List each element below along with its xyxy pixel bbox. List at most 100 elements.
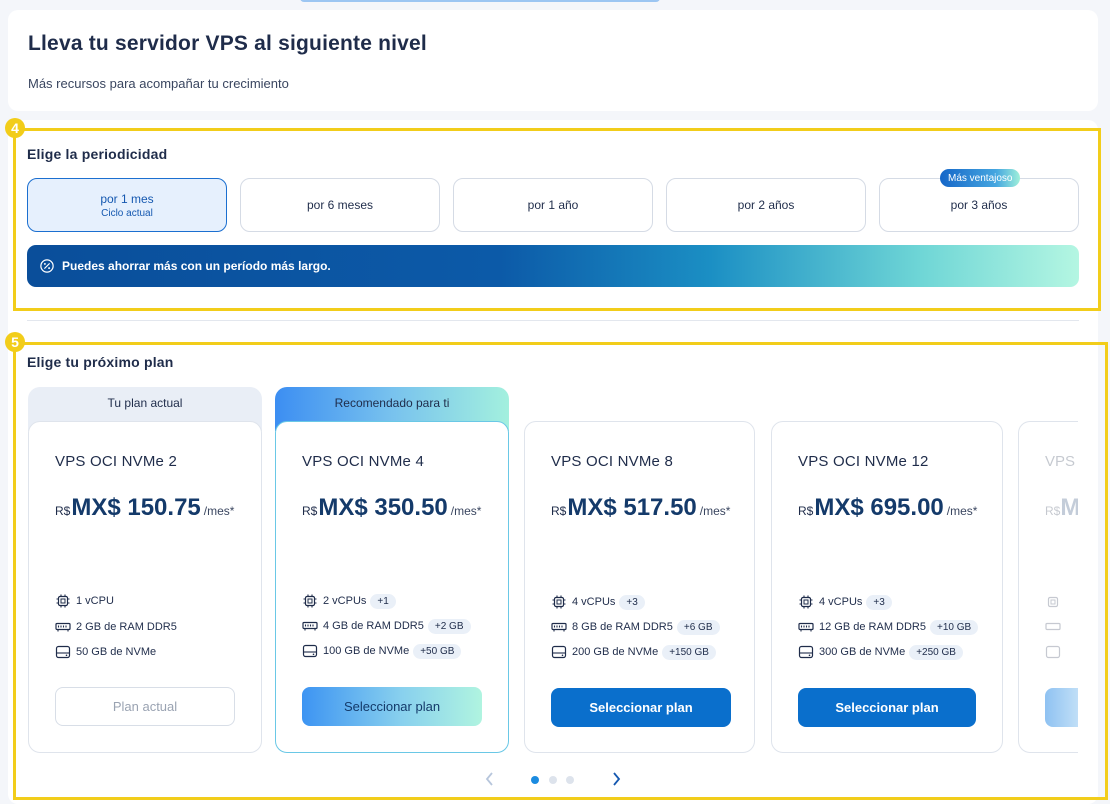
spec-upgrade-chip: +50 GB — [413, 643, 462, 659]
spec-cpu: 2 vCPUs +1 — [302, 593, 396, 609]
ram-icon — [798, 622, 814, 632]
cpu-icon — [552, 595, 566, 609]
select-plan-button-partial[interactable] — [1045, 688, 1078, 727]
ram-icon — [302, 621, 318, 631]
plan-price: R$ MX$ 150.75 /mes* — [55, 494, 234, 522]
spec-text: 8 GB de RAM DDR5 — [572, 621, 673, 633]
price-amount: MX$ 150.75 — [71, 494, 201, 521]
spec-cpu: 4 vCPUs +3 — [798, 594, 892, 610]
plan-card-nvme-8: VPS OCI NVMe 8 R$ MX$ 517.50 /mes* 4 vCP… — [524, 421, 755, 753]
carousel-dot-2[interactable] — [549, 776, 557, 784]
spec-cpu: 1 vCPU — [55, 593, 114, 609]
best-value-badge: Más ventajoso — [940, 169, 1021, 187]
cpu-icon — [303, 594, 317, 608]
price-period: /mes* — [203, 504, 235, 518]
spec-text: 12 GB de RAM DDR5 — [819, 621, 926, 633]
annotation-badge-4: 4 — [5, 118, 25, 138]
period-option-1-year[interactable]: por 1 año — [453, 178, 653, 232]
plan-price: R$ M — [1045, 494, 1078, 522]
spec-text: 100 GB de NVMe — [323, 645, 410, 657]
cpu-icon — [1047, 596, 1059, 608]
storage-icon — [1045, 645, 1061, 659]
plan-name: VPS — [1045, 453, 1076, 470]
savings-banner: Puedes ahorrar más con un período más la… — [27, 245, 1079, 287]
period-option-6-months[interactable]: por 6 meses — [240, 178, 440, 232]
spec-upgrade-chip: +3 — [619, 594, 645, 610]
price-amount: M — [1060, 494, 1078, 522]
spec-ram: 12 GB de RAM DDR5 +10 GB — [798, 619, 979, 635]
price-amount: MX$ 517.50 — [567, 494, 697, 521]
plans-title: Elige tu próximo plan — [27, 354, 174, 370]
price-currency: R$ — [55, 504, 71, 518]
spec-text: 4 vCPUs — [819, 596, 863, 608]
page-title: Lleva tu servidor VPS al siguiente nivel — [28, 32, 427, 55]
price-period: /mes* — [946, 504, 978, 518]
carousel-next-icon[interactable] — [610, 770, 622, 788]
storage-icon — [551, 645, 567, 659]
discount-icon — [40, 259, 54, 273]
spec-text: 1 vCPU — [76, 595, 114, 607]
current-cycle-label: Ciclo actual — [101, 207, 153, 219]
price-currency: R$ — [551, 504, 567, 518]
period-option-label: por 2 años — [737, 198, 795, 212]
price-amount: MX$ 695.00 — [814, 494, 944, 521]
period-option-label: por 6 meses — [306, 198, 374, 212]
price-currency: R$ — [798, 504, 814, 518]
period-option-2-years[interactable]: por 2 años — [666, 178, 866, 232]
ram-icon — [551, 622, 567, 632]
storage-icon — [302, 644, 318, 658]
spec-upgrade-chip: +2 GB — [427, 618, 471, 634]
plan-name: VPS OCI NVMe 2 — [55, 453, 178, 470]
spec-text: 2 vCPUs — [323, 595, 367, 607]
price-amount: MX$ 350.50 — [318, 494, 448, 521]
spec-ram: 2 GB de RAM DDR5 — [55, 619, 177, 635]
ram-icon — [1045, 622, 1061, 631]
period-option-label: por 3 años — [950, 198, 1008, 212]
select-plan-button[interactable]: Seleccionar plan — [798, 688, 976, 727]
plan-price: R$ MX$ 695.00 /mes* — [798, 494, 977, 522]
spec-upgrade-chip: +10 GB — [929, 619, 979, 635]
page-subtitle: Más recursos para acompañar tu crecimien… — [28, 76, 289, 91]
spec-upgrade-chip: +6 GB — [676, 619, 720, 635]
plan-price: R$ MX$ 350.50 /mes* — [302, 494, 481, 522]
header-card: Lleva tu servidor VPS al siguiente nivel… — [8, 10, 1098, 111]
spec-upgrade-chip: +250 GB — [909, 644, 963, 660]
cpu-icon — [799, 595, 813, 609]
spec-text: 4 vCPUs — [572, 596, 616, 608]
spec-upgrade-chip: +150 GB — [662, 644, 716, 660]
carousel-dot-3[interactable] — [566, 776, 574, 784]
select-plan-button[interactable]: Seleccionar plan — [302, 687, 482, 726]
plan-price: R$ MX$ 517.50 /mes* — [551, 494, 730, 522]
spec-upgrade-chip: +3 — [866, 594, 892, 610]
spec-text: 300 GB de NVMe — [819, 646, 906, 658]
period-option-label: por 1 año — [527, 198, 579, 212]
spec-text: 4 GB de RAM DDR5 — [323, 620, 424, 632]
spec-ram: 8 GB de RAM DDR5 +6 GB — [551, 619, 720, 635]
period-option-1-month[interactable]: por 1 mes Ciclo actual — [27, 178, 227, 232]
price-currency: R$ — [302, 504, 318, 518]
plan-name: VPS OCI NVMe 12 — [798, 453, 929, 470]
spec-upgrade-chip: +1 — [370, 593, 396, 609]
plan-name: VPS OCI NVMe 8 — [551, 453, 674, 470]
current-plan-button[interactable]: Plan actual — [55, 687, 235, 726]
ram-icon — [55, 622, 71, 632]
spec-text: 50 GB de NVMe — [76, 646, 157, 658]
plan-card-partial: VPS R$ M — [1018, 421, 1078, 753]
spec-storage: 100 GB de NVMe +50 GB — [302, 643, 462, 659]
carousel-prev-icon[interactable] — [484, 770, 496, 788]
spec-storage: 300 GB de NVMe +250 GB — [798, 644, 963, 660]
price-currency: R$ — [1045, 504, 1061, 518]
plan-card-current: Tu plan actual VPS OCI NVMe 2 R$ MX$ 150… — [28, 387, 262, 753]
spec-ram: 4 GB de RAM DDR5 +2 GB — [302, 618, 471, 634]
savings-banner-text: Puedes ahorrar más con un período más la… — [62, 259, 331, 273]
storage-icon — [55, 645, 71, 659]
plan-card-recommended: Recomendado para ti VPS OCI NVMe 4 R$ MX… — [275, 387, 509, 753]
select-plan-button[interactable]: Seleccionar plan — [551, 688, 731, 727]
price-period: /mes* — [450, 504, 482, 518]
spec-text: 2 GB de RAM DDR5 — [76, 621, 177, 633]
period-option-label: por 1 mes — [100, 191, 154, 206]
cpu-icon — [56, 594, 70, 608]
plan-name: VPS OCI NVMe 4 — [302, 453, 425, 470]
carousel-dot-1[interactable] — [531, 776, 539, 784]
annotation-badge-5: 5 — [5, 332, 25, 352]
